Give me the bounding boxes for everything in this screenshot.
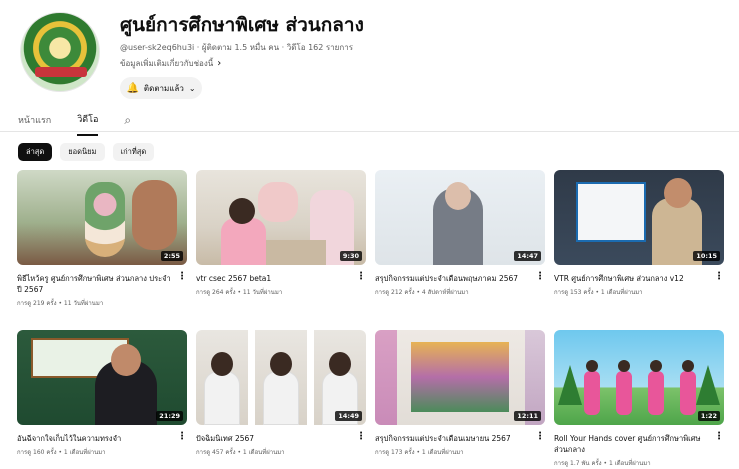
- more-options-icon[interactable]: ⋮: [177, 432, 187, 442]
- video-card[interactable]: 9:30 vtr csec 2567 beta1 การดู 264 ครั้ง…: [196, 170, 366, 297]
- channel-avatar[interactable]: [20, 12, 100, 92]
- filter-chips: ล่าสุด ยอดนิยม เก่าที่สุด: [18, 143, 155, 161]
- chip-popular[interactable]: ยอดนิยม: [60, 143, 105, 161]
- video-card[interactable]: 10:15 VTR ศูนย์การศึกษาพิเศษ ส่วนกลาง v1…: [554, 170, 724, 297]
- thumbnail-art: [664, 178, 692, 208]
- thumbnail-art: [204, 371, 240, 425]
- chip-oldest[interactable]: เก่าที่สุด: [112, 143, 155, 161]
- tab-divider: [0, 131, 739, 132]
- chevron-down-icon: ⌄: [188, 83, 196, 93]
- thumbnail-art: [576, 182, 646, 242]
- video-thumbnail[interactable]: 1:22: [554, 330, 724, 425]
- thumbnail-art: [584, 371, 600, 415]
- more-options-icon[interactable]: ⋮: [535, 272, 545, 282]
- thumbnail-art: [696, 365, 720, 405]
- video-card[interactable]: 14:49 ปัจฉิมนิเทศ 2567 การดู 457 ครั้ง •…: [196, 330, 366, 457]
- thumbnail-art: [329, 352, 351, 376]
- more-options-icon[interactable]: ⋮: [714, 272, 724, 282]
- video-title[interactable]: อันฉีจากใจเก็บไว้ในความทรงจำ: [17, 433, 187, 444]
- thumbnail-art: [682, 360, 694, 372]
- duration-badge: 12:11: [514, 411, 541, 421]
- video-title[interactable]: สรุปกิจกรรมแต่ประจำเดือนเมษายน 2567: [375, 433, 545, 444]
- video-thumbnail[interactable]: 14:49: [196, 330, 366, 425]
- avatar-ribbon: [35, 67, 87, 77]
- tab-videos[interactable]: วิดีโอ: [77, 112, 99, 136]
- thumbnail-art: [375, 330, 397, 425]
- thumbnail-art: [618, 360, 630, 372]
- thumbnail-art: [211, 352, 233, 376]
- video-card[interactable]: 21:29 อันฉีจากใจเก็บไว้ในความทรงจำ การดู…: [17, 330, 187, 457]
- subscribed-label: ติดตามแล้ว: [143, 83, 184, 93]
- thumbnail-art: [558, 365, 582, 405]
- video-title[interactable]: ปัจฉิมนิเทศ 2567: [196, 433, 366, 444]
- video-meta: การดู 153 ครั้ง • 1 เดือนที่ผ่านมา: [554, 289, 643, 296]
- video-title[interactable]: VTR ศูนย์การศึกษาพิเศษ ส่วนกลาง v12: [554, 273, 724, 284]
- duration-badge: 14:49: [335, 411, 362, 421]
- video-thumbnail[interactable]: 21:29: [17, 330, 187, 425]
- video-thumbnail[interactable]: 10:15: [554, 170, 724, 265]
- video-title[interactable]: vtr csec 2567 beta1: [196, 273, 366, 284]
- video-meta: การดู 219 ครั้ง • 11 วันที่ผ่านมา: [17, 300, 104, 307]
- subscribed-button[interactable]: 🔔 ติดตามแล้ว ⌄: [120, 77, 202, 99]
- duration-badge: 14:47: [514, 251, 541, 261]
- thumbnail-art: [229, 198, 255, 224]
- video-card[interactable]: 2:55 พิธีไหว้ครู ศูนย์การศึกษาพิเศษ ส่วน…: [17, 170, 187, 308]
- channel-more-info[interactable]: ข้อมูลเพิ่มเติมเกี่ยวกับช่องนี้ ›: [120, 57, 221, 70]
- thumbnail-art: [258, 182, 298, 222]
- duration-badge: 9:30: [339, 251, 362, 261]
- video-title[interactable]: สรุปกิจกรรมแต่ประจำเดือนพฤษภาคม 2567: [375, 273, 545, 284]
- thumbnail-art: [616, 371, 632, 415]
- duration-badge: 2:55: [160, 251, 183, 261]
- thumbnail-art: [132, 180, 177, 250]
- channel-title: ศูนย์การศึกษาพิเศษ ส่วนกลาง: [120, 14, 364, 36]
- thumbnail-art: [111, 344, 141, 376]
- more-options-icon[interactable]: ⋮: [356, 272, 366, 282]
- video-thumbnail[interactable]: 9:30: [196, 170, 366, 265]
- duration-badge: 21:29: [156, 411, 183, 421]
- thumbnail-art: [221, 218, 266, 265]
- video-thumbnail[interactable]: 14:47: [375, 170, 545, 265]
- thumbnail-art: [650, 360, 662, 372]
- video-thumbnail[interactable]: 2:55: [17, 170, 187, 265]
- more-options-icon[interactable]: ⋮: [177, 272, 187, 282]
- video-title[interactable]: Roll Your Hands cover ศูนย์การศึกษาพิเศษ…: [554, 433, 724, 455]
- video-meta: การดู 160 ครั้ง • 1 เดือนที่ผ่านมา: [17, 449, 106, 456]
- video-card[interactable]: 12:11 สรุปกิจกรรมแต่ประจำเดือนเมษายน 256…: [375, 330, 545, 457]
- thumbnail-art: [85, 182, 125, 257]
- duration-badge: 10:15: [693, 251, 720, 261]
- more-options-icon[interactable]: ⋮: [714, 432, 724, 442]
- search-icon[interactable]: ⌕: [124, 113, 131, 136]
- chip-latest[interactable]: ล่าสุด: [18, 143, 53, 161]
- video-meta: การดู 457 ครั้ง • 1 เดือนที่ผ่านมา: [196, 449, 285, 456]
- more-options-icon[interactable]: ⋮: [356, 432, 366, 442]
- more-info-label: ข้อมูลเพิ่มเติมเกี่ยวกับช่องนี้: [120, 59, 214, 68]
- thumbnail-art: [680, 371, 696, 415]
- thumbnail-art: [586, 360, 598, 372]
- thumbnail-art: [411, 342, 509, 412]
- video-card[interactable]: 14:47 สรุปกิจกรรมแต่ประจำเดือนพฤษภาคม 25…: [375, 170, 545, 297]
- channel-meta: @user-sk2eq6hu3i · ผู้ติดตาม 1.5 หมื่น ค…: [120, 43, 353, 52]
- chevron-right-icon: ›: [217, 58, 222, 69]
- channel-tabs: หน้าแรก วิดีโอ ⌕: [18, 112, 131, 136]
- more-options-icon[interactable]: ⋮: [535, 432, 545, 442]
- bell-icon: 🔔: [126, 82, 139, 94]
- video-meta: การดู 1.7 พัน ครั้ง • 1 เดือนที่ผ่านมา: [554, 460, 651, 467]
- video-thumbnail[interactable]: 12:11: [375, 330, 545, 425]
- video-card[interactable]: 1:22 Roll Your Hands cover ศูนย์การศึกษา…: [554, 330, 724, 468]
- video-meta: การดู 264 ครั้ง • 11 วันที่ผ่านมา: [196, 289, 283, 296]
- video-meta: การดู 173 ครั้ง • 1 เดือนที่ผ่านมา: [375, 449, 464, 456]
- thumbnail-art: [256, 240, 326, 265]
- thumbnail-art: [270, 352, 292, 376]
- thumbnail-art: [648, 371, 664, 415]
- video-meta: การดู 212 ครั้ง • 4 สัปดาห์ที่ผ่านมา: [375, 289, 469, 296]
- thumbnail-art: [263, 371, 299, 425]
- duration-badge: 1:22: [697, 411, 720, 421]
- video-title[interactable]: พิธีไหว้ครู ศูนย์การศึกษาพิเศษ ส่วนกลาง …: [17, 273, 187, 295]
